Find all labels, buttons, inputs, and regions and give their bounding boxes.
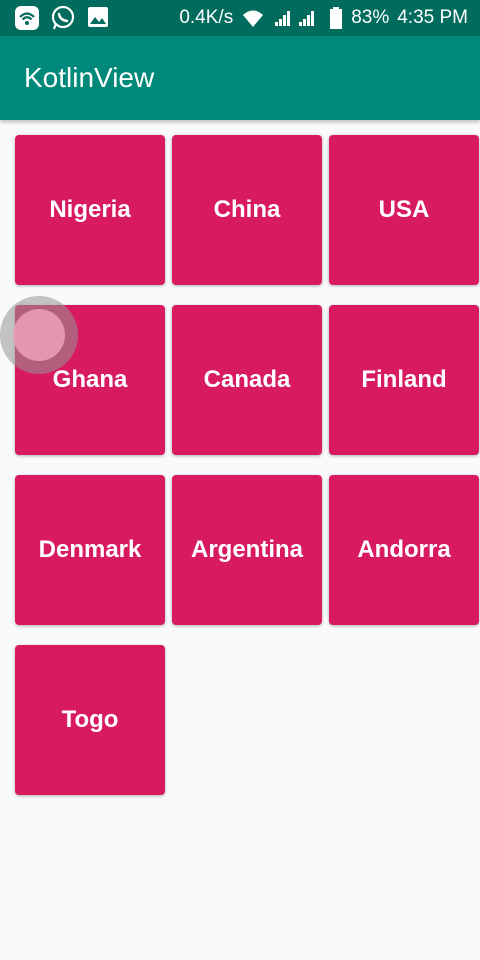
- country-label: Nigeria: [49, 196, 131, 223]
- country-label: USA: [378, 196, 430, 223]
- country-label: China: [213, 196, 281, 223]
- country-tile-canada[interactable]: Canada: [172, 305, 322, 455]
- gallery-icon: [86, 5, 110, 29]
- country-tile-finland[interactable]: Finland: [329, 305, 479, 455]
- wifi-app-icon: [14, 5, 39, 30]
- touch-indicator-dot: [13, 309, 65, 361]
- country-tile-denmark[interactable]: Denmark: [15, 475, 165, 625]
- country-tile-argentina[interactable]: Argentina: [172, 475, 322, 625]
- status-bar: 0.4K/s 83% 4:35 PM: [0, 0, 480, 36]
- app-title: KotlinView: [24, 62, 155, 93]
- country-tile-andorra[interactable]: Andorra: [329, 475, 479, 625]
- country-label: Denmark: [38, 536, 142, 563]
- network-speed: 0.4K/s: [179, 7, 234, 28]
- status-bar-notification-icons: [14, 5, 110, 30]
- battery-icon: [329, 6, 343, 30]
- screen: 0.4K/s 83% 4:35 PM KotlinView Nigeria Ch…: [0, 0, 480, 960]
- country-tile-usa[interactable]: USA: [329, 135, 479, 285]
- country-label: Finland: [361, 366, 447, 393]
- clock: 4:35 PM: [397, 7, 468, 28]
- status-bar-system-info: 0.4K/s 83% 4:35 PM: [179, 0, 468, 36]
- app-bar: KotlinView: [0, 36, 480, 120]
- battery-percent: 83%: [351, 7, 390, 28]
- country-tile-togo[interactable]: Togo: [15, 645, 165, 795]
- touch-indicator: [0, 296, 78, 374]
- country-label: Canada: [203, 366, 291, 393]
- country-tile-china[interactable]: China: [172, 135, 322, 285]
- country-label: Andorra: [357, 536, 451, 563]
- country-label: Argentina: [190, 536, 303, 563]
- wifi-signal-icon: [241, 6, 265, 30]
- country-tile-nigeria[interactable]: Nigeria: [15, 135, 165, 285]
- cell-signal-icon: [273, 6, 321, 30]
- country-label: Togo: [61, 706, 119, 733]
- whatsapp-icon: [50, 5, 75, 30]
- country-grid: Nigeria China USA Ghana Canada Finland D…: [15, 135, 480, 815]
- country-label: Ghana: [52, 366, 128, 393]
